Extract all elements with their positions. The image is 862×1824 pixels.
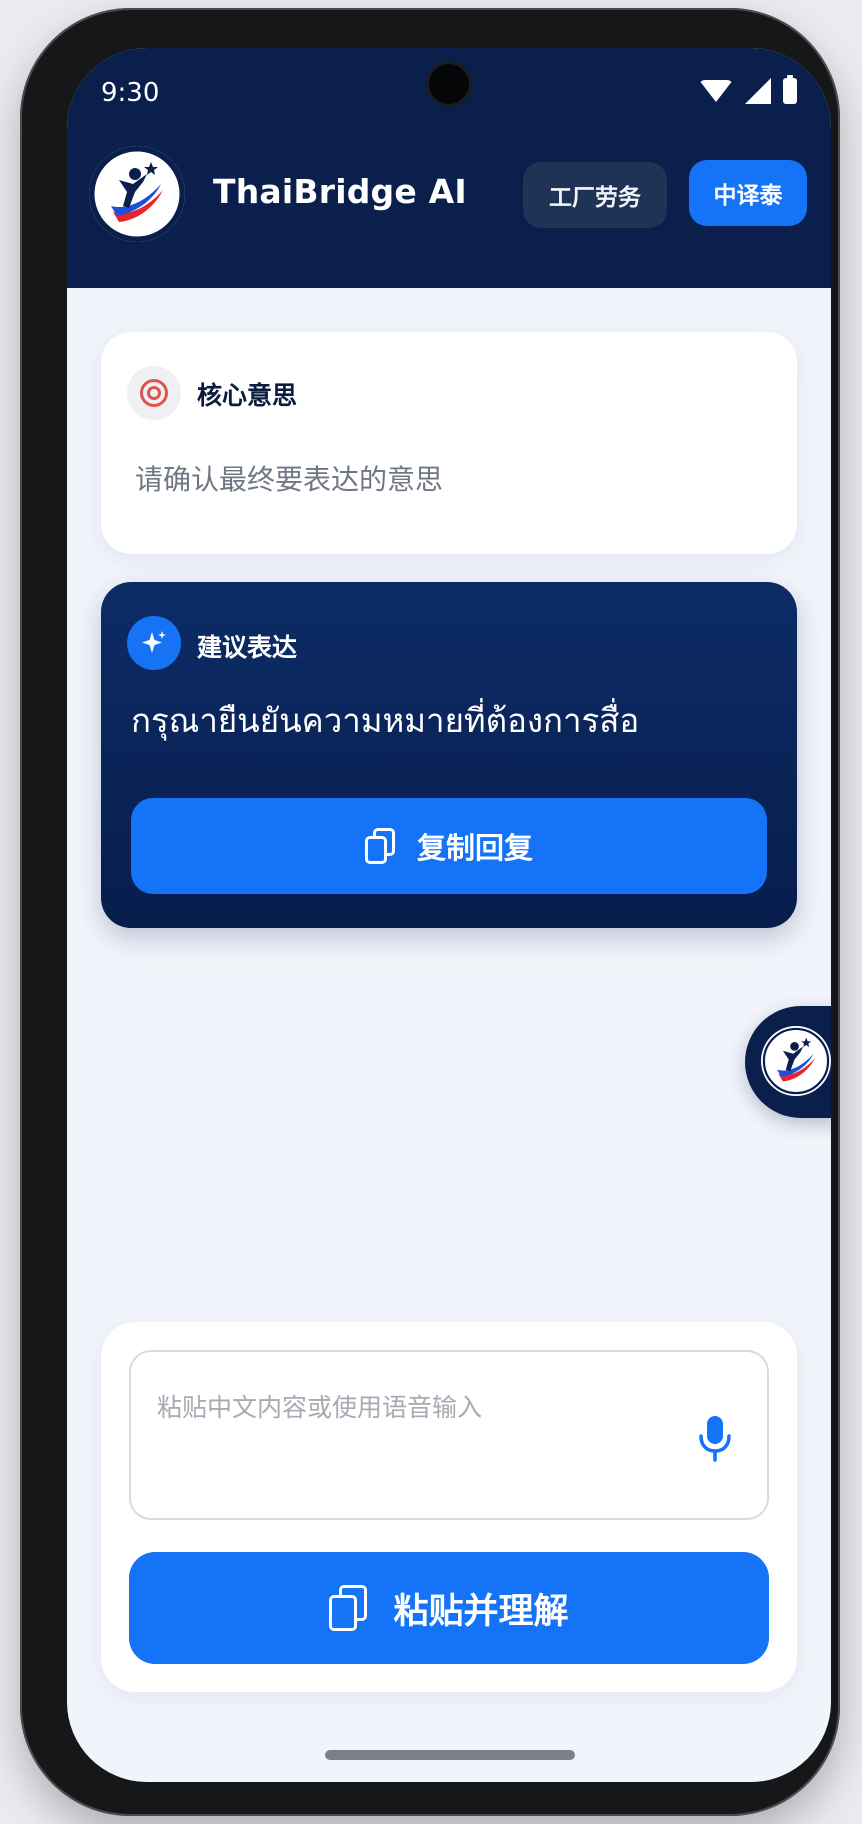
core-meaning-title: 核心意思	[197, 381, 298, 410]
app-logo	[89, 146, 185, 242]
front-camera	[429, 64, 469, 104]
app-header: 9:30 ThaiBridge AI 工厂劳务 中译泰	[67, 48, 831, 288]
paste-icon	[329, 1585, 369, 1631]
suggested-expression-card: 建议表达 กรุณายืนยันความหมายที่ต้องการสื่อ 复…	[101, 582, 797, 928]
target-icon	[140, 379, 168, 407]
home-indicator[interactable]	[325, 1750, 575, 1760]
wifi-icon	[699, 80, 733, 102]
assistant-logo-icon	[761, 1026, 831, 1096]
cellular-signal-icon	[745, 78, 771, 104]
app-title: ThaiBridge AI	[213, 172, 467, 211]
copy-icon	[364, 828, 397, 864]
core-meaning-card: 核心意思 请确认最终要表达的意思	[101, 332, 797, 554]
logo-icon	[91, 148, 183, 240]
status-bar: 9:30	[67, 48, 831, 128]
battery-icon	[783, 75, 797, 104]
screen: 9:30 ThaiBridge AI 工厂劳务 中译泰 核心意思 请确认最终要表…	[67, 48, 831, 1782]
core-meaning-text: 请确认最终要表达的意思	[135, 463, 444, 496]
factory-labor-button[interactable]: 工厂劳务	[523, 162, 667, 228]
microphone-icon[interactable]	[697, 1414, 733, 1462]
input-panel: 粘贴中文内容或使用语音输入 粘贴并理解	[101, 1322, 797, 1692]
phone-frame: 9:30 ThaiBridge AI 工厂劳务 中译泰 核心意思 请确认最终要表…	[20, 8, 840, 1816]
paste-and-understand-label: 粘贴并理解	[393, 1591, 569, 1632]
core-meaning-icon-badge	[127, 366, 181, 420]
sparkle-icon	[127, 616, 181, 670]
input-placeholder: 粘贴中文内容或使用语音输入	[157, 1393, 483, 1422]
suggested-expression-title: 建议表达	[197, 633, 298, 662]
zh-to-th-button[interactable]: 中译泰	[689, 160, 807, 226]
chinese-text-input[interactable]: 粘贴中文内容或使用语音输入	[129, 1350, 769, 1520]
copy-reply-button[interactable]: 复制回复	[131, 798, 767, 894]
status-icons	[699, 75, 797, 106]
thai-translation-text: กรุณายืนยันความหมายที่ต้องการสื่อ	[131, 701, 640, 740]
copy-reply-label: 复制回复	[416, 831, 533, 865]
status-time: 9:30	[101, 78, 160, 108]
floating-assistant-button[interactable]	[745, 1006, 831, 1118]
paste-and-understand-button[interactable]: 粘贴并理解	[129, 1552, 769, 1664]
